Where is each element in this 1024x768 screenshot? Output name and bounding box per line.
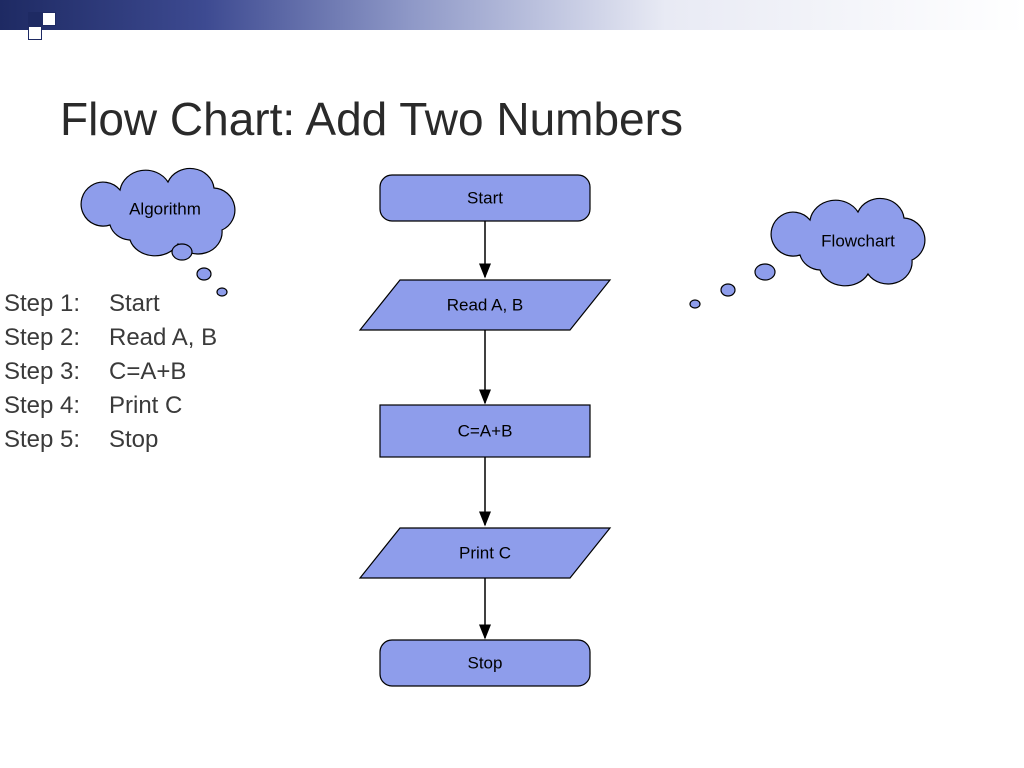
cloud-algorithm: Algorithm [80, 170, 260, 270]
flow-node-label: Read A, B [447, 295, 524, 314]
step-label: Step 4: [4, 392, 109, 420]
cloud-flowchart: Flowchart [770, 200, 955, 300]
flow-node-label: C=A+B [458, 421, 513, 440]
flow-node-label: Stop [468, 653, 503, 672]
step-label: Step 5: [4, 426, 109, 454]
thought-bubble-icon [172, 244, 192, 260]
list-item: Step 2: Read A, B [4, 324, 217, 352]
thought-bubble-icon [197, 268, 211, 280]
flow-node-label: Print C [459, 543, 511, 562]
thought-bubble-icon [755, 264, 775, 280]
cloud-algorithm-label: Algorithm [129, 199, 201, 218]
slide-top-gradient [0, 0, 1024, 30]
list-item: Step 3: C=A+B [4, 358, 217, 386]
slide-bullet-icon [28, 12, 56, 40]
step-text: Stop [109, 426, 158, 454]
list-item: Step 1: Start [4, 290, 217, 318]
flowchart-diagram: Start Read A, B C=A+B Print C Stop [350, 165, 730, 755]
flow-node-label: Start [467, 188, 503, 207]
step-text: C=A+B [109, 358, 186, 386]
list-item: Step 5: Stop [4, 426, 217, 454]
thought-bubble-icon [217, 288, 227, 296]
slide-title: Flow Chart: Add Two Numbers [60, 92, 683, 146]
step-label: Step 3: [4, 358, 109, 386]
step-text: Start [109, 290, 160, 318]
list-item: Step 4: Print C [4, 392, 217, 420]
cloud-flowchart-label: Flowchart [821, 231, 895, 250]
algorithm-steps-list: Step 1: Start Step 2: Read A, B Step 3: … [4, 290, 217, 460]
step-label: Step 1: [4, 290, 109, 318]
step-text: Read A, B [109, 324, 217, 352]
step-label: Step 2: [4, 324, 109, 352]
step-text: Print C [109, 392, 182, 420]
